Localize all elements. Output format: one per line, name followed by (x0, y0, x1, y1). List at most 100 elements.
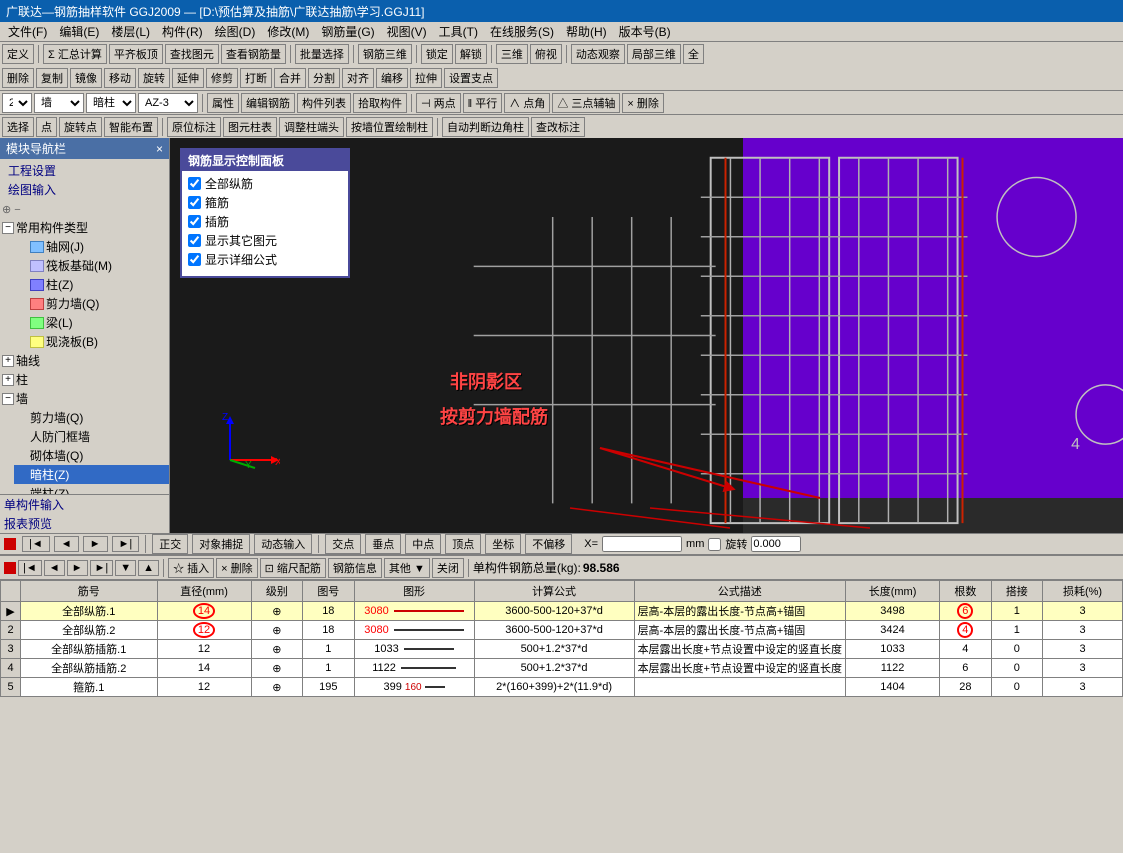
btn-next-row[interactable]: ► (67, 560, 88, 576)
btn-first-nav[interactable]: |◄ (22, 536, 50, 552)
cb-insert[interactable]: 插筋 (188, 213, 342, 230)
menu-view[interactable]: 视图(V) (381, 22, 433, 41)
cb-show-other[interactable]: 显示其它图元 (188, 232, 342, 249)
link-report[interactable]: 报表预览 (0, 514, 169, 533)
btn-dynin[interactable]: 动态输入 (254, 534, 312, 554)
toggle-wall[interactable]: − (2, 393, 14, 405)
menu-draw[interactable]: 绘图(D) (209, 22, 262, 41)
toggle-common[interactable]: − (2, 222, 14, 234)
btn-stretch[interactable]: 拉伸 (410, 68, 442, 88)
btn-intersect[interactable]: 交点 (325, 534, 361, 554)
btn-move[interactable]: 移动 (104, 68, 136, 88)
tree-airdefwall[interactable]: 人防门框墙 (14, 427, 169, 446)
btn-ortho[interactable]: 正交 (152, 534, 188, 554)
type-select[interactable]: 墙 (34, 93, 84, 113)
btn-prev-nav[interactable]: ◄ (54, 536, 79, 552)
btn-osnap[interactable]: 对象捕捉 (192, 534, 250, 554)
btn-two-pts[interactable]: ⊣ 两点 (416, 93, 461, 113)
btn-break[interactable]: 打断 (240, 68, 272, 88)
btn-edit-rebar[interactable]: 编辑钢筋 (241, 93, 295, 113)
cb-show-formula[interactable]: 显示详细公式 (188, 251, 342, 268)
menu-component[interactable]: 构件(R) (156, 22, 209, 41)
menu-file[interactable]: 文件(F) (2, 22, 53, 41)
menu-online[interactable]: 在线服务(S) (484, 22, 560, 41)
btn-view-rebar[interactable]: 查看钢筋量 (221, 44, 286, 64)
btn-component-list[interactable]: 构件列表 (297, 93, 351, 113)
toggle-axes[interactable]: + (2, 355, 14, 367)
rotate-check[interactable] (708, 538, 721, 551)
btn-select[interactable]: 选择 (2, 117, 34, 137)
table-row[interactable]: 5 箍筋.1 12 ⊕ 195 399 160 2*(160+399)+2*(1… (1, 678, 1123, 697)
toggle-columns[interactable]: + (2, 374, 14, 386)
btn-other[interactable]: 其他 ▼ (384, 558, 430, 578)
tree-axes[interactable]: +轴线 (0, 351, 169, 370)
btn-up[interactable]: ▲ (138, 560, 159, 576)
tree-end-col[interactable]: 端柱(Z) (14, 484, 169, 494)
rotate-input[interactable] (751, 536, 801, 552)
btn-smart-layout[interactable]: 智能布置 (104, 117, 158, 137)
btn-scale-rebar[interactable]: ⊡ 缩尺配筋 (260, 558, 326, 578)
btn-auto-judge[interactable]: 自动判断边角柱 (442, 117, 529, 137)
btn-rebar-info[interactable]: 钢筋信息 (328, 558, 382, 578)
btn-close-table[interactable]: 关闭 (432, 558, 464, 578)
sidebar-icon-remove[interactable]: − (14, 204, 20, 216)
btn-mirror[interactable]: 镜像 (70, 68, 102, 88)
btn-midpt[interactable]: 中点 (405, 534, 441, 554)
btn-down[interactable]: ▼ (115, 560, 136, 576)
btn-properties[interactable]: 属性 (207, 93, 239, 113)
btn-del-axis[interactable]: × 删除 (622, 93, 663, 113)
table-row[interactable]: 4 全部纵筋插筋.2 14 ⊕ 1 1122 500+1.2*37*d 本层露出… (1, 659, 1123, 678)
btn-insert-row[interactable]: ☆ 插入 (168, 558, 214, 578)
tree-raft[interactable]: 筏板基础(M) (14, 256, 169, 275)
table-row[interactable]: ▶ 全部纵筋.1 14 ⊕ 18 3080 3600-500-120+37*d … (1, 602, 1123, 621)
btn-pt-angle[interactable]: ∧ 点角 (504, 93, 550, 113)
btn-perp[interactable]: 垂点 (365, 534, 401, 554)
table-row[interactable]: 3 全部纵筋插筋.1 12 ⊕ 1 1033 500+1.2*37*d 本层露出… (1, 640, 1123, 659)
btn-rebar-3d[interactable]: 钢筋三维 (358, 44, 412, 64)
tree-column[interactable]: 柱(Z) (14, 275, 169, 294)
btn-prev-row[interactable]: ◄ (44, 560, 65, 576)
btn-next-nav[interactable]: ► (83, 536, 108, 552)
tree-hidden-col[interactable]: 暗柱(Z) (14, 465, 169, 484)
btn-set-pivot[interactable]: 设置支点 (444, 68, 498, 88)
cb-all-long[interactable]: 全部纵筋 (188, 175, 342, 192)
btn-align[interactable]: 对齐 (342, 68, 374, 88)
link-settings[interactable]: 工程设置 (4, 161, 165, 180)
btn-copy[interactable]: 复制 (36, 68, 68, 88)
btn-three-pts[interactable]: △ 三点辅轴 (552, 93, 620, 113)
btn-rotate[interactable]: 旋转 (138, 68, 170, 88)
viewport[interactable]: 4 钢筋显示控制面板 全部纵筋 箍筋 插筋 显示其它图元 显示详细公式 非阴影区… (170, 138, 1123, 533)
menu-modify[interactable]: 修改(M) (261, 22, 315, 41)
x-coord-input[interactable] (602, 536, 682, 552)
btn-inplace-label[interactable]: 原位标注 (167, 117, 221, 137)
btn-trim[interactable]: 修剪 (206, 68, 238, 88)
menu-tools[interactable]: 工具(T) (433, 22, 484, 41)
btn-merge[interactable]: 合并 (274, 68, 306, 88)
cb-stirrup[interactable]: 箍筋 (188, 194, 342, 211)
sidebar-icon-add[interactable]: ⊕ (2, 204, 11, 216)
menu-rebar[interactable]: 钢筋量(G) (315, 22, 380, 41)
menu-help[interactable]: 帮助(H) (560, 22, 613, 41)
btn-top-view[interactable]: 俯视 (530, 44, 562, 64)
btn-point[interactable]: 点 (36, 117, 57, 137)
element-select[interactable]: AZ-3 (138, 93, 198, 113)
btn-wall-grid[interactable]: 按墙位置绘制柱 (346, 117, 433, 137)
btn-unlock[interactable]: 解锁 (455, 44, 487, 64)
btn-rotate-pt[interactable]: 旋转点 (59, 117, 102, 137)
link-single-input[interactable]: 单构件输入 (0, 495, 169, 514)
tree-masonrywall[interactable]: 砌体墙(Q) (14, 446, 169, 465)
btn-element-table[interactable]: 图元柱表 (223, 117, 277, 137)
tree-wall[interactable]: −墙 (0, 389, 169, 408)
floor-select[interactable]: 2 (2, 93, 32, 113)
btn-find[interactable]: 查找图元 (165, 44, 219, 64)
btn-delete[interactable]: 删除 (2, 68, 34, 88)
subtype-select[interactable]: 暗柱 (86, 93, 136, 113)
btn-extend[interactable]: 延伸 (172, 68, 204, 88)
btn-adjust-end[interactable]: 调整柱端头 (279, 117, 344, 137)
menu-edit[interactable]: 编辑(E) (53, 22, 105, 41)
btn-pick-component[interactable]: 拾取构件 (353, 93, 407, 113)
btn-align-top[interactable]: 平齐板顶 (109, 44, 163, 64)
tree-shearwall[interactable]: 剪力墙(Q) (14, 294, 169, 313)
table-row[interactable]: 2 全部纵筋.2 12 ⊕ 18 3080 3600-500-120+37*d … (1, 621, 1123, 640)
btn-check-label[interactable]: 查改标注 (531, 117, 585, 137)
